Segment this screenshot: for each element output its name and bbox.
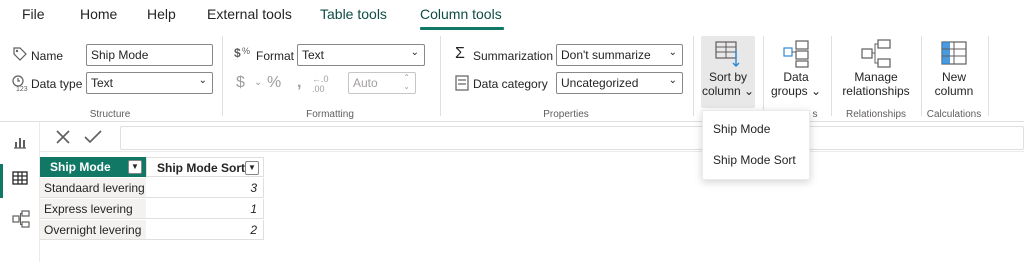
report-view-icon bbox=[14, 138, 26, 149]
manage-relationships-label: Manage bbox=[854, 70, 898, 84]
decimal-places-icon: ←.0.00 bbox=[312, 74, 329, 94]
svg-text:$: $ bbox=[234, 46, 241, 60]
divider bbox=[693, 36, 694, 116]
group-label-relationships: Relationships bbox=[845, 109, 907, 120]
ribbon-tabs: File Home Help External tools Table tool… bbox=[0, 0, 1024, 30]
decimal-places-value: Auto bbox=[353, 76, 378, 90]
view-rail bbox=[0, 122, 40, 262]
group-label-properties: Properties bbox=[543, 109, 589, 120]
chevron-down-icon: ⌄ bbox=[198, 75, 207, 86]
datatype-label: Data type bbox=[31, 77, 83, 91]
sort-by-column-button[interactable]: Sort by column ⌄ bbox=[701, 36, 755, 108]
percent-icon: % bbox=[267, 74, 282, 91]
divider bbox=[988, 36, 989, 116]
tab-external-tools[interactable]: External tools bbox=[207, 6, 292, 22]
cancel-icon[interactable] bbox=[54, 128, 72, 146]
summation-icon: Σ bbox=[455, 45, 465, 62]
table-cell[interactable]: Overnight levering bbox=[40, 220, 146, 240]
format-value: Text bbox=[302, 48, 325, 62]
data-category-select[interactable]: Uncategorized ⌄ bbox=[556, 72, 683, 94]
thousands-separator-icon: , bbox=[297, 74, 302, 91]
table-cell[interactable]: Express levering bbox=[40, 199, 146, 219]
manage-relationships-label-2: relationships bbox=[842, 84, 910, 98]
table-cell[interactable]: 1 bbox=[146, 199, 264, 219]
new-column-button[interactable]: New column bbox=[928, 36, 980, 108]
sort-by-column-icon bbox=[715, 41, 740, 67]
formula-input[interactable] bbox=[120, 126, 1024, 150]
chevron-down-icon: ⌄ bbox=[668, 47, 677, 58]
active-view-indicator bbox=[0, 164, 3, 198]
tab-column-tools[interactable]: Column tools bbox=[420, 6, 502, 22]
name-label: Name bbox=[31, 49, 64, 63]
report-view-button[interactable] bbox=[0, 126, 40, 160]
data-view-icon bbox=[12, 171, 28, 185]
data-view-button[interactable] bbox=[0, 162, 40, 196]
format-icon: $ % bbox=[234, 46, 250, 60]
format-label: Format bbox=[256, 49, 295, 63]
manage-relationships-icon bbox=[861, 39, 891, 68]
svg-text:%: % bbox=[242, 46, 250, 56]
datatype-value: Text bbox=[91, 76, 114, 90]
group-label-groups: s bbox=[812, 109, 818, 120]
summarization-select[interactable]: Don't summarize ⌄ bbox=[556, 44, 683, 66]
data-category-icon bbox=[455, 75, 469, 91]
manage-relationships-button[interactable]: Manage relationships bbox=[838, 36, 914, 108]
chevron-down-icon: ⌄ bbox=[254, 77, 263, 88]
tag-icon bbox=[13, 47, 27, 61]
filter-icon[interactable]: ▼ bbox=[128, 160, 142, 174]
new-column-label-2: column bbox=[934, 84, 974, 98]
filter-icon[interactable]: ▼ bbox=[245, 161, 259, 175]
formula-bar bbox=[40, 122, 1024, 152]
sort-by-column-menu: Ship Mode Ship Mode Sort bbox=[702, 110, 810, 180]
divider bbox=[921, 36, 922, 116]
datatype-select[interactable]: Text ⌄ bbox=[86, 72, 213, 94]
summarization-label: Summarization bbox=[473, 49, 554, 63]
column-header-label: Ship Mode bbox=[50, 160, 111, 174]
group-label-calculations: Calculations bbox=[926, 109, 982, 120]
data-groups-label-2: groups ⌄ bbox=[770, 84, 822, 98]
decimal-places-input[interactable]: Auto ⌃ ⌄ bbox=[348, 72, 416, 94]
new-column-icon bbox=[941, 41, 967, 65]
spinner-icon: ⌃ ⌄ bbox=[403, 73, 410, 91]
tab-file[interactable]: File bbox=[22, 6, 45, 22]
format-select[interactable]: Text ⌄ bbox=[297, 44, 425, 66]
sort-by-column-label-2: column ⌄ bbox=[701, 84, 755, 98]
data-groups-button[interactable]: Data groups ⌄ bbox=[770, 36, 822, 108]
tab-table-tools[interactable]: Table tools bbox=[320, 6, 387, 22]
datatype-icon: 123 bbox=[12, 75, 28, 92]
model-view-button[interactable] bbox=[0, 202, 40, 236]
data-category-label: Data category bbox=[473, 77, 548, 91]
svg-text:123: 123 bbox=[16, 86, 28, 92]
data-category-value: Uncategorized bbox=[561, 76, 639, 90]
tab-help[interactable]: Help bbox=[147, 6, 176, 22]
divider bbox=[440, 36, 441, 116]
sort-by-column-label: Sort by bbox=[708, 70, 747, 84]
column-header-ship-mode-sort[interactable]: Ship Mode Sort ▼ bbox=[146, 157, 264, 177]
chevron-down-icon: ⌄ bbox=[410, 47, 419, 58]
divider bbox=[222, 36, 223, 116]
column-header-label: Ship Mode Sort bbox=[157, 161, 245, 175]
group-label-structure: Structure bbox=[89, 109, 131, 120]
divider bbox=[831, 36, 832, 116]
menu-item-ship-mode[interactable]: Ship Mode bbox=[703, 113, 811, 143]
new-column-label: New bbox=[941, 70, 966, 84]
data-groups-label: Data bbox=[783, 70, 809, 84]
table-cell[interactable]: Standaard levering bbox=[40, 178, 146, 198]
model-view-icon bbox=[12, 210, 30, 228]
menu-item-ship-mode-sort[interactable]: Ship Mode Sort bbox=[703, 144, 811, 174]
name-input[interactable]: Ship Mode bbox=[86, 44, 213, 66]
tab-home[interactable]: Home bbox=[80, 6, 117, 22]
divider bbox=[763, 36, 764, 116]
table-cell[interactable]: 2 bbox=[146, 220, 264, 240]
currency-icon: $ bbox=[236, 74, 245, 91]
chevron-down-icon: ⌄ bbox=[668, 75, 677, 86]
commit-icon[interactable] bbox=[83, 128, 103, 146]
column-header-ship-mode[interactable]: Ship Mode ▼ bbox=[40, 157, 146, 177]
group-label-formatting: Formatting bbox=[306, 109, 354, 120]
ribbon: Name Ship Mode 123 Data type Text ⌄ Stru… bbox=[0, 30, 1024, 122]
summarization-value: Don't summarize bbox=[561, 48, 651, 62]
table-cell[interactable]: 3 bbox=[146, 178, 264, 198]
data-groups-icon bbox=[783, 40, 809, 68]
